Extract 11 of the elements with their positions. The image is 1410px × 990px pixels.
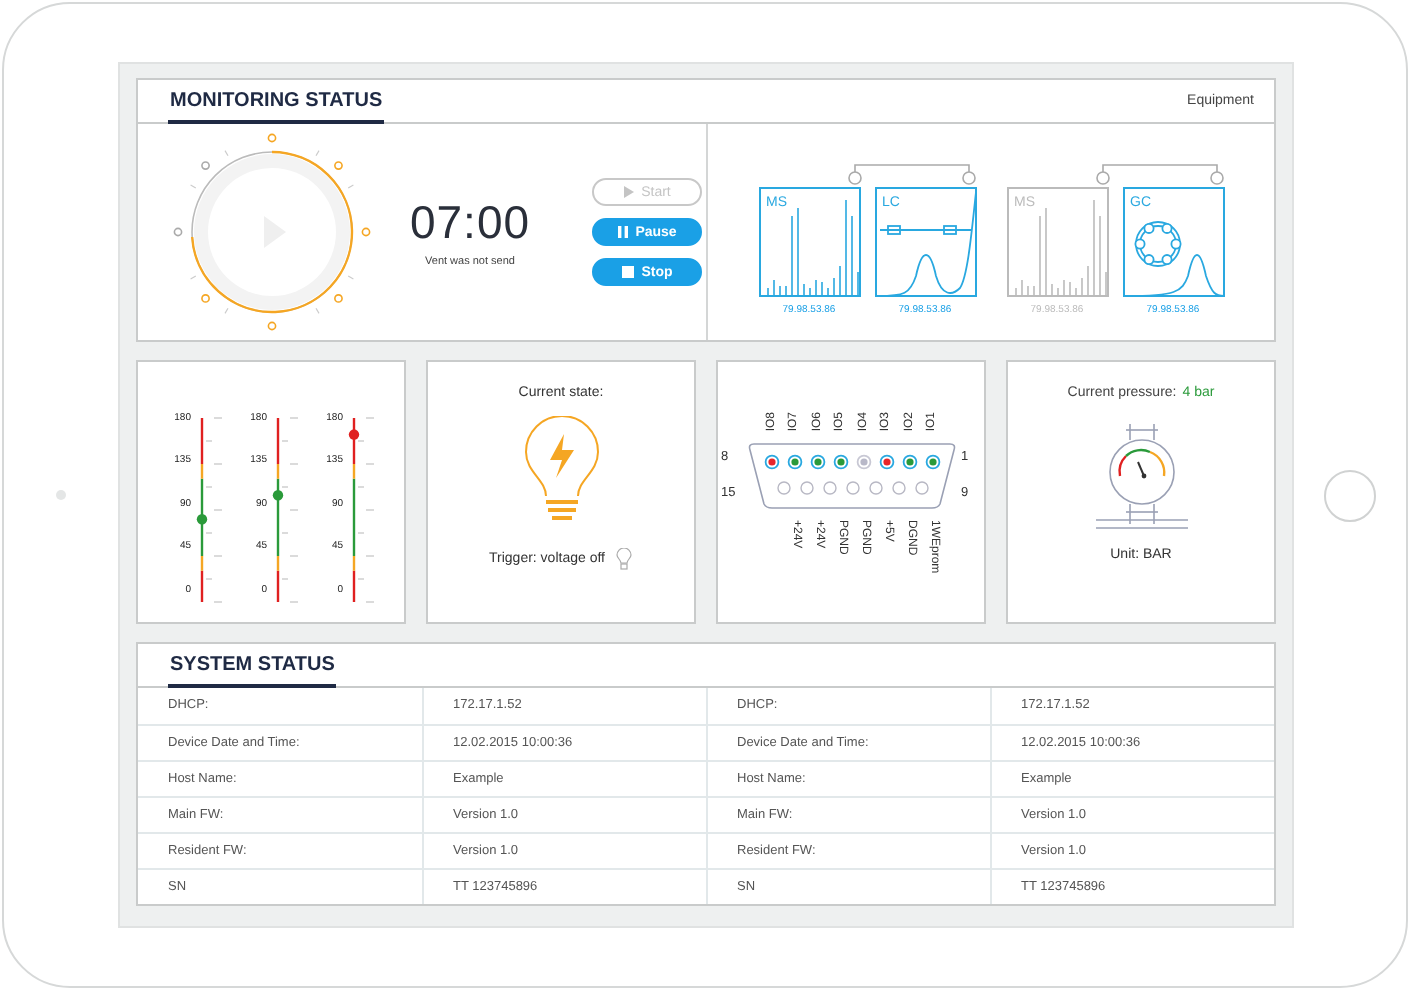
bulb-icon [616,548,633,570]
pause-icon [617,226,628,238]
panel-title: SYSTEM STATUS [168,644,337,688]
camera-icon [56,490,66,500]
stop-icon [621,266,634,278]
connection-bracket [1095,161,1223,185]
connection-bracket [847,161,975,185]
play-icon [623,186,634,198]
timer-display: 07:00 [409,196,531,250]
home-button[interactable] [1324,469,1376,521]
panel-title: MONITORING STATUS [168,80,385,124]
